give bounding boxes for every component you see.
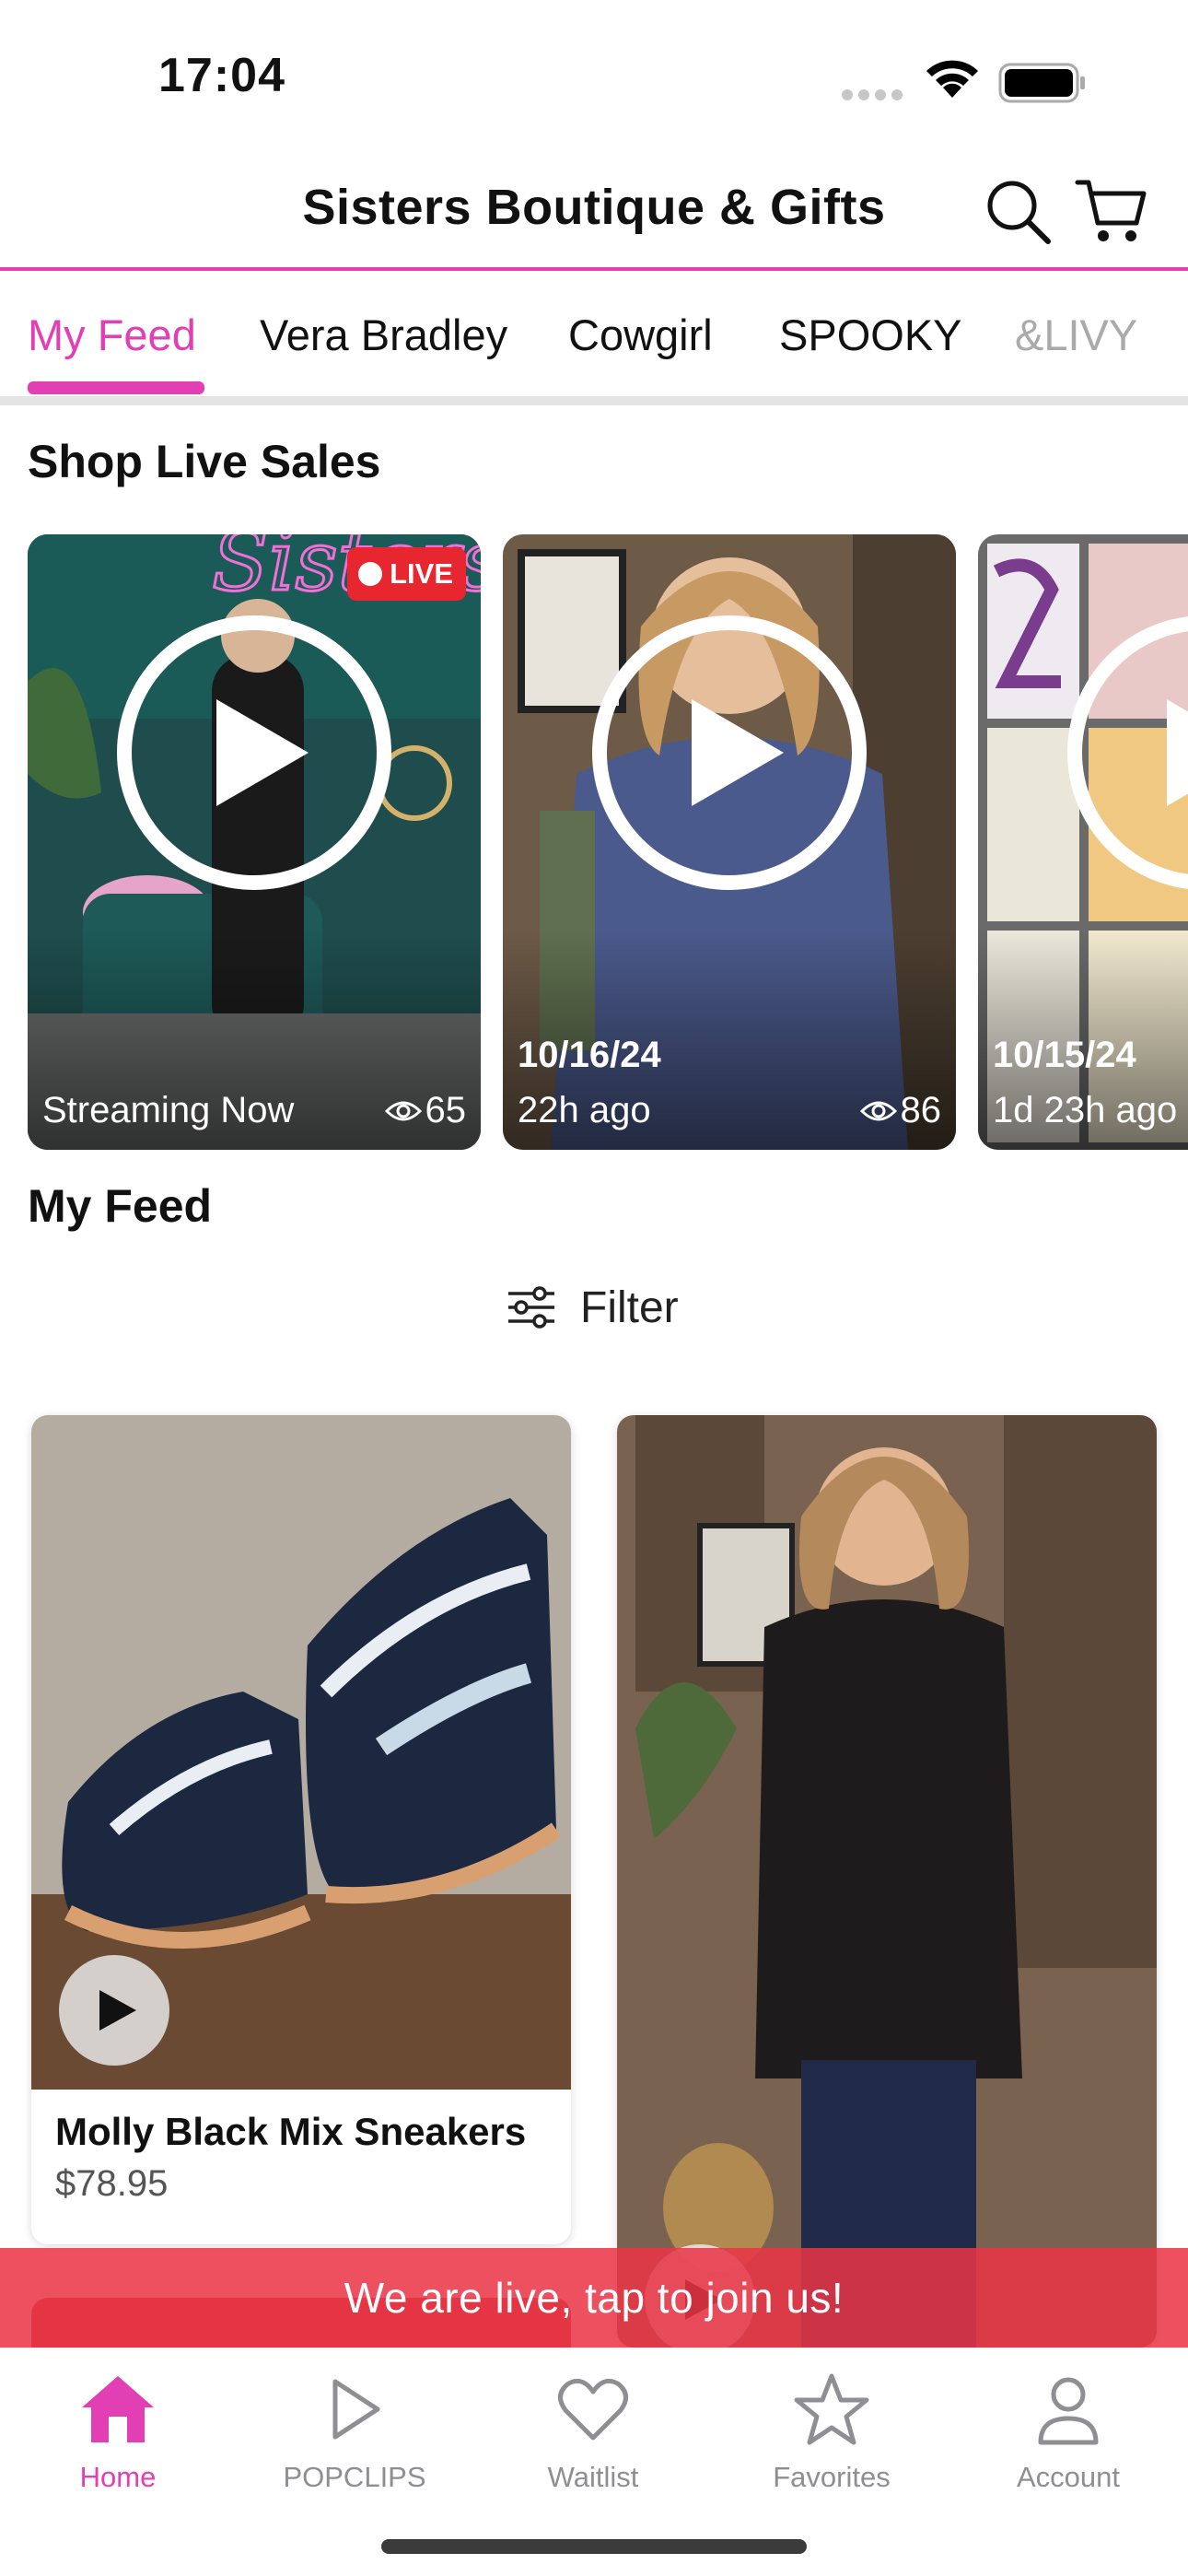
cart-icon[interactable] (1074, 173, 1149, 249)
product-card[interactable]: Molly Black Mix Sneakers $78.95 (31, 1415, 571, 2244)
heart-icon (558, 2378, 628, 2441)
cellular-signal-icon (842, 88, 908, 105)
tabs-divider (0, 396, 1188, 405)
live-sale-card[interactable]: 10/15/24 1d 23h ago (978, 534, 1188, 1150)
search-icon[interactable] (984, 177, 1054, 247)
tabbar-item-account[interactable]: Account (967, 2363, 1170, 2494)
tab-spooky[interactable]: SPOOKY (779, 310, 962, 360)
live-sales-heading: Shop Live Sales (28, 436, 381, 487)
tabbar-item-popclips[interactable]: POPCLIPS (253, 2363, 456, 2494)
tab-my-feed[interactable]: My Feed (28, 310, 196, 360)
filter-sliders-icon (508, 1286, 554, 1329)
star-icon (794, 2373, 869, 2445)
tab-vera-bradley[interactable]: Vera Bradley (260, 310, 507, 360)
tabbar-label: POPCLIPS (283, 2461, 426, 2493)
live-sale-card[interactable]: 10/16/24 22h ago 86 (503, 534, 956, 1150)
tabbar-label: Account (1016, 2461, 1120, 2493)
tabbar-label: Waitlist (547, 2461, 639, 2493)
live-card-status: 1d 23h ago (993, 1090, 1178, 1130)
app-header: Sisters Boutique & Gifts (0, 157, 1188, 271)
live-card-date: 10/15/24 (993, 1035, 1136, 1075)
home-indicator[interactable] (381, 2539, 807, 2554)
eye-icon (859, 1101, 897, 1120)
play-icon (332, 2379, 380, 2440)
filter-button[interactable]: Filter (507, 1275, 679, 1340)
product-image (31, 1415, 571, 2090)
tabbar-label: Home (79, 2461, 157, 2493)
battery-icon (998, 63, 1085, 103)
video-play-button[interactable] (59, 1955, 169, 2066)
live-card-views: 65 (384, 1090, 466, 1131)
live-card-status: 22h ago (518, 1090, 651, 1130)
join-live-banner[interactable]: We are live, tap to join us! (0, 2248, 1188, 2348)
live-badge: LIVE (347, 547, 466, 601)
tabbar-label: Favorites (773, 2461, 891, 2493)
live-sales-carousel: Sisters LIVE Streaming Now 65 10/16/24 2… (0, 534, 1188, 1150)
play-icon (99, 1990, 136, 2031)
tab-and-livy[interactable]: &LIVY (1015, 310, 1137, 360)
live-card-views: 86 (859, 1090, 941, 1131)
person-icon (1038, 2377, 1099, 2445)
product-price: $78.95 (55, 2163, 169, 2204)
category-tabs: My Feed Vera Bradley Cowgirl SPOOKY &LIV… (0, 275, 1188, 398)
play-circle-icon (117, 615, 391, 890)
blouse-model-photo (617, 1415, 1157, 2348)
play-circle-icon (592, 615, 867, 890)
active-tab-indicator (28, 381, 204, 394)
product-name: Molly Black Mix Sneakers (55, 2110, 527, 2153)
feed-heading: My Feed (28, 1180, 213, 1232)
home-icon (82, 2376, 154, 2442)
status-time: 17:04 (158, 49, 285, 102)
live-sale-card[interactable]: Sisters LIVE Streaming Now 65 (28, 534, 481, 1150)
live-card-status: Streaming Now (42, 1090, 295, 1130)
tabbar-item-waitlist[interactable]: Waitlist (492, 2363, 694, 2494)
eye-icon (384, 1101, 422, 1120)
tabbar-item-favorites[interactable]: Favorites (730, 2363, 933, 2494)
product-image (617, 1415, 1157, 2348)
status-bar: 17:04 (0, 0, 1188, 157)
live-dot-icon (358, 562, 383, 586)
product-card[interactable] (617, 1415, 1157, 2348)
tabbar-item-home[interactable]: Home (17, 2363, 219, 2494)
wifi-icon (926, 60, 978, 98)
filter-label: Filter (580, 1282, 679, 1332)
tab-cowgirl[interactable]: Cowgirl (568, 310, 713, 360)
live-card-date: 10/16/24 (518, 1035, 661, 1075)
